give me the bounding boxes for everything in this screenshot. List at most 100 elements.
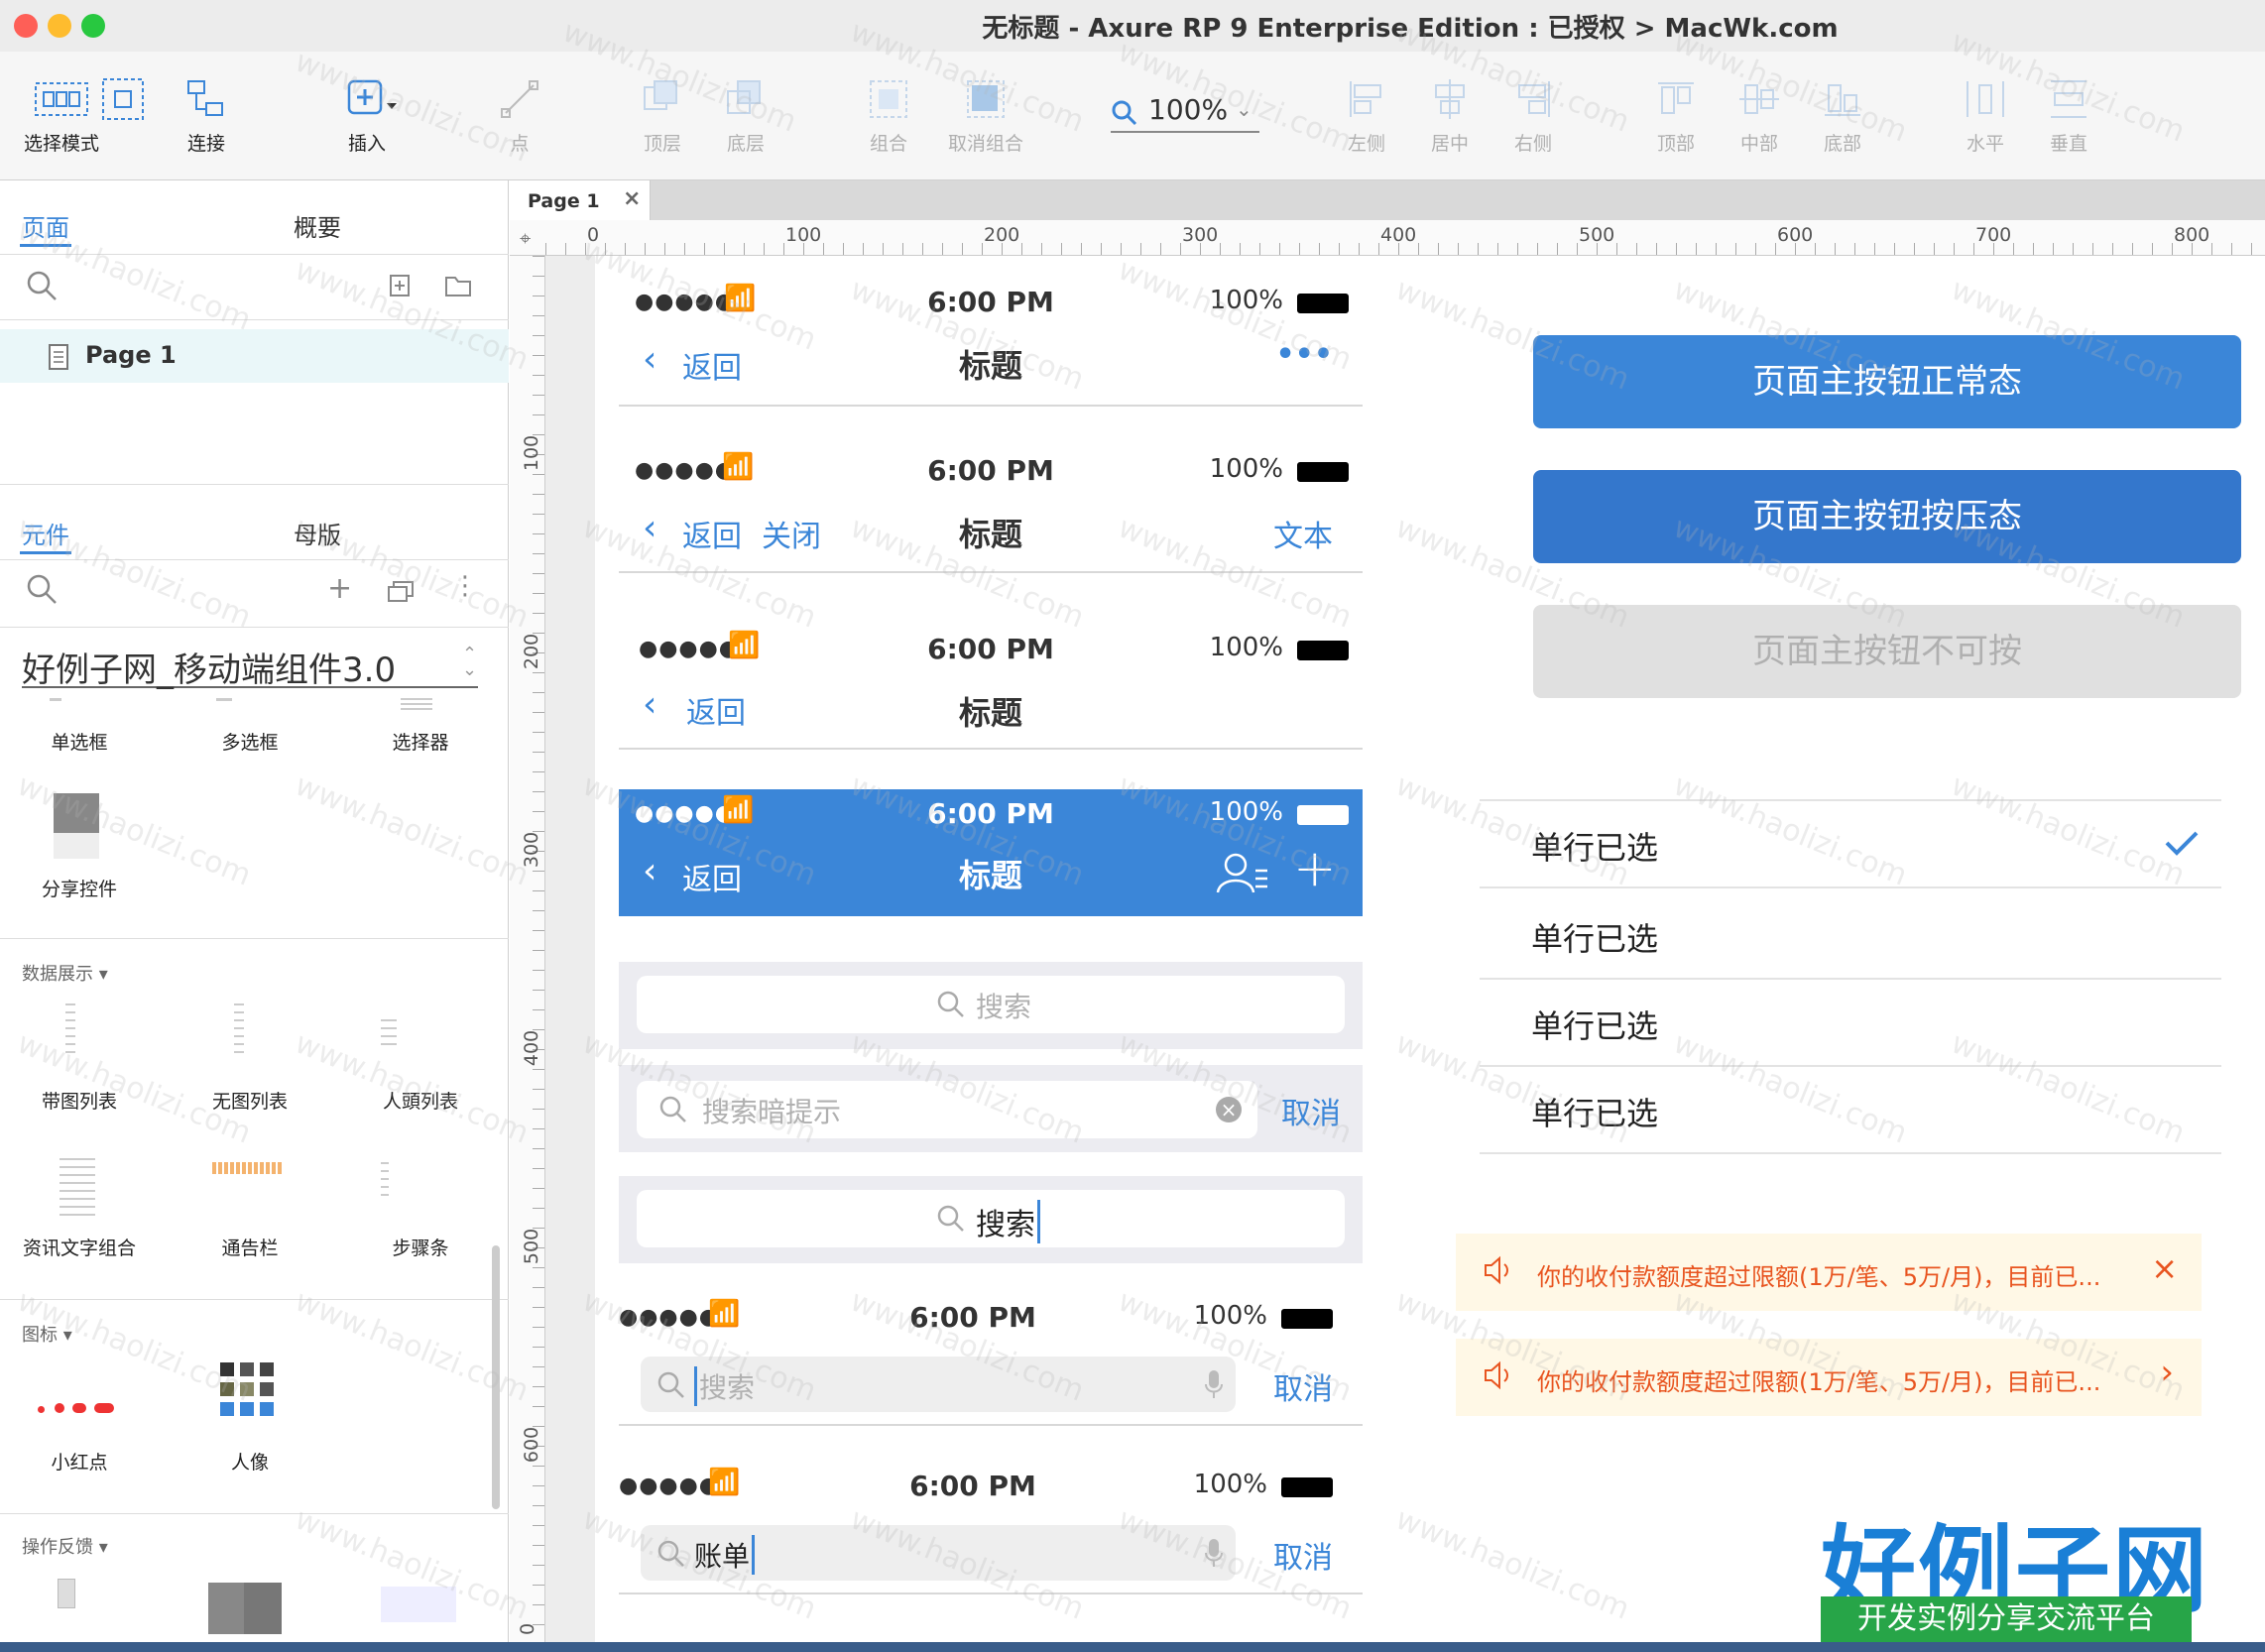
chevron-right-icon[interactable]: › [2160, 1353, 2174, 1392]
ruler-tick: 100 [521, 434, 543, 472]
align-left-label: 左侧 [1347, 133, 1385, 155]
widget-steps[interactable]: 步骤条 [341, 1234, 500, 1260]
tab-masters[interactable]: 母版 [294, 516, 341, 550]
divider [619, 571, 1363, 573]
align-left-button[interactable]: 左侧 [1327, 69, 1406, 156]
tab-page-1[interactable]: Page 1 × [510, 180, 651, 220]
add-page-icon[interactable] [389, 274, 411, 297]
widget-text-list[interactable]: 无图列表 [171, 1087, 329, 1114]
point-icon [501, 80, 538, 118]
widget-red-dot[interactable]: 小红点 [0, 1448, 159, 1475]
active-tab-indicator [20, 551, 71, 554]
section-icons[interactable]: 图标 ▾ [22, 1321, 72, 1347]
tab-outline[interactable]: 概要 [294, 208, 341, 243]
add-folder-icon[interactable] [444, 274, 472, 297]
widget-notice-bar[interactable]: 通告栏 [171, 1234, 329, 1260]
close-icon[interactable]: × [2151, 1249, 2178, 1287]
bottom-layer-label: 底层 [726, 133, 765, 155]
widget-share[interactable]: 分享控件 [0, 875, 159, 901]
search-icon[interactable] [26, 270, 60, 303]
list-item[interactable]: 单行已选 [1480, 801, 2221, 888]
widget-radio[interactable]: 单选框 [0, 728, 159, 755]
align-right-button[interactable]: 右侧 [1493, 69, 1573, 156]
close-tab-icon[interactable]: × [623, 186, 641, 211]
widget-checkbox[interactable]: 多选框 [171, 728, 329, 755]
library-copy-icon[interactable] [387, 579, 415, 603]
widget-picker[interactable]: 选择器 [341, 728, 500, 755]
battery-percent: 100% [1209, 286, 1283, 315]
search-input[interactable]: 账单 [641, 1525, 1236, 1581]
microphone-icon[interactable] [1204, 1537, 1224, 1569]
list-item[interactable]: 单行已选 [1480, 1067, 2221, 1154]
align-bottom-button[interactable]: 底部 [1803, 69, 1882, 156]
distribute-vertical-button[interactable]: 垂直 [2029, 69, 2108, 156]
widget-news-text[interactable]: 资讯文字组合 [0, 1234, 159, 1260]
thumbnail [381, 1162, 389, 1202]
list-item[interactable]: 单行已选 [1480, 892, 2221, 980]
more-options-icon[interactable]: ⋮ [452, 571, 478, 601]
thumbnail [234, 1003, 244, 1053]
share-thumbnail [54, 793, 99, 833]
status-bar: ●●●●● 📶 6:00 PM 100% [619, 452, 1363, 492]
insert-label: 插入 [347, 133, 386, 155]
widget-avatar-list[interactable]: 人頭列表 [341, 1087, 500, 1114]
text-button[interactable]: 文本 [1273, 512, 1333, 555]
search-input[interactable]: 搜索 [637, 1190, 1345, 1247]
notice-bar-closable[interactable]: 你的收付款额度超过限额(1万/笔、5万/月)，目前已... × [1456, 1234, 2202, 1311]
page-item[interactable]: Page 1 [0, 329, 509, 383]
library-select[interactable]: 好例子网_移动端组件3.0 [22, 643, 478, 690]
panel-scrollbar[interactable] [492, 1245, 500, 1509]
add-icon[interactable]: + [1293, 839, 1337, 898]
align-middle-button[interactable]: 中部 [1720, 69, 1799, 156]
primary-button-normal[interactable]: 页面主按钮正常态 [1533, 335, 2241, 428]
align-center-button[interactable]: 居中 [1410, 69, 1490, 156]
search-icon [937, 991, 964, 1017]
add-library-icon[interactable]: + [327, 571, 352, 606]
cancel-button[interactable]: 取消 [1281, 1089, 1341, 1132]
search-input[interactable]: 搜索 [637, 976, 1345, 1033]
battery-percent: 100% [1193, 1301, 1267, 1331]
crosshair-icon[interactable]: ⌖ [520, 226, 531, 250]
list-item[interactable]: 单行已选 [1480, 980, 2221, 1067]
window-title: 无标题 - Axure RP 9 Enterprise Edition : 已授… [982, 14, 1839, 44]
primary-button-disabled[interactable]: 页面主按钮不可按 [1533, 605, 2241, 698]
notice-text: 你的收付款额度超过限额(1万/笔、5万/月)，目前已... [1537, 1368, 2101, 1396]
widget-image-list[interactable]: 带图列表 [0, 1087, 159, 1114]
insert-button[interactable]: 插入 [327, 69, 407, 156]
bottom-layer-button[interactable]: 底层 [706, 69, 785, 156]
widget-avatar[interactable]: 人像 [171, 1448, 329, 1475]
contacts-icon[interactable] [1216, 849, 1271, 896]
tab-label: Page 1 [528, 190, 600, 212]
cancel-button[interactable]: 取消 [1273, 1533, 1333, 1577]
battery-icon [1281, 1477, 1333, 1497]
chevron-down-icon: ⌄ [1236, 97, 1252, 121]
battery-percent: 100% [1209, 797, 1283, 827]
section-data-display[interactable]: 数据展示 ▾ [22, 960, 108, 986]
top-layer-button[interactable]: 顶层 [623, 69, 702, 156]
status-bar: ●●●●● 📶 6:00 PM 100% [619, 1468, 1363, 1507]
zoom-control[interactable]: 100% ⌄ [1111, 91, 1259, 133]
clear-icon[interactable]: × [1216, 1097, 1242, 1122]
section-feedback[interactable]: 操作反馈 ▾ [22, 1533, 108, 1559]
search-icon[interactable] [26, 573, 60, 607]
search-input[interactable]: 搜索 [641, 1357, 1236, 1412]
primary-button-pressed[interactable]: 页面主按钮按压态 [1533, 470, 2241, 563]
ungroup-button[interactable]: 取消组合 [936, 69, 1035, 156]
notice-bar-link[interactable]: 你的收付款额度超过限额(1万/笔、5万/月)，目前已... › [1456, 1339, 2202, 1416]
more-icon[interactable]: ••• [1275, 337, 1333, 372]
status-bar: ●●●●● 📶 6:00 PM 100% [619, 1299, 1363, 1339]
tab-widgets[interactable]: 元件 [22, 516, 69, 550]
point-button[interactable]: 点 [480, 69, 559, 156]
search-value: 搜索 [976, 1200, 1040, 1243]
group-button[interactable]: 组合 [849, 69, 928, 156]
page-item-label: Page 1 [85, 341, 177, 369]
align-top-button[interactable]: 顶部 [1636, 69, 1716, 156]
select-stepper-icon[interactable]: ⌃ ⌄ [462, 646, 477, 679]
microphone-icon[interactable] [1204, 1368, 1224, 1400]
intersect-select-icon[interactable] [95, 77, 151, 126]
connect-button[interactable]: 连接 [167, 69, 246, 156]
distribute-horizontal-button[interactable]: 水平 [1946, 69, 2025, 156]
search-input[interactable]: 搜索暗提示 × [637, 1081, 1257, 1138]
cancel-button[interactable]: 取消 [1273, 1364, 1333, 1408]
tab-pages[interactable]: 页面 [22, 208, 69, 243]
